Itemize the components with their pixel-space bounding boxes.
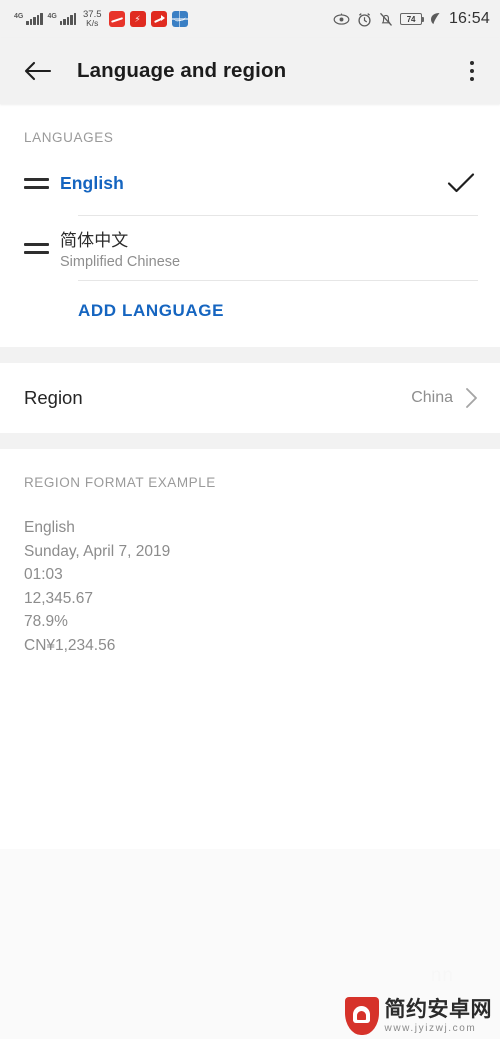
watermark-site-url: www.jyizwj.com <box>384 1022 477 1034</box>
status-bar: 4G 4G 37.5 K/s ⚡ 74 16:54 <box>0 0 500 38</box>
battery-indicator: 74 <box>399 13 425 25</box>
format-example-line: 01:03 <box>24 566 63 583</box>
format-example-line: Sunday, April 7, 2019 <box>24 542 171 560</box>
market-wave-icon <box>171 11 188 27</box>
add-language-button[interactable]: ADD LANGUAGE <box>0 281 500 347</box>
site-watermark: 简约安卓网 www.jyizwj.com <box>344 997 493 1035</box>
region-label: Region <box>24 387 83 408</box>
checkmark-icon <box>442 171 476 195</box>
network-type-label-sim1: 4G <box>14 13 24 20</box>
section-gap <box>0 433 500 449</box>
app-toolbar: Language and region <box>0 38 500 104</box>
region-row[interactable]: Region China <box>0 363 500 433</box>
region-card: Region China <box>0 363 500 433</box>
format-example-line: 78.9% <box>24 613 68 630</box>
format-example-header: REGION FORMAT EXAMPLE <box>24 475 216 490</box>
drag-handle-icon[interactable] <box>24 177 60 189</box>
drag-handle-icon[interactable] <box>24 242 60 254</box>
bell-muted-icon <box>379 12 393 27</box>
language-item-simplified-chinese[interactable]: 简体中文 Simplified Chinese <box>0 216 500 280</box>
trend-arrow-icon <box>150 11 167 27</box>
languages-card: LANGUAGES English 简体中文 Simplified Chines… <box>0 104 500 347</box>
stock-alert-icon: ⚡ <box>129 11 146 27</box>
languages-section-header: LANGUAGES <box>24 130 114 145</box>
watermark-text: 简约安卓网 www.jyizwj.com <box>385 999 493 1034</box>
region-format-example-card: REGION FORMAT EXAMPLE English Sunday, Ap… <box>0 449 500 849</box>
language-name: English <box>60 172 124 193</box>
network-speed-unit: K/s <box>86 18 99 28</box>
page-title: Language and region <box>77 59 287 82</box>
language-item-text: 简体中文 Simplified Chinese <box>60 226 442 270</box>
status-bar-right: 74 16:54 <box>333 10 490 28</box>
section-gap <box>0 347 500 363</box>
language-item-english[interactable]: English <box>0 151 500 215</box>
stock-chart-icon <box>108 11 125 27</box>
region-value: China <box>411 389 453 406</box>
language-subtitle: Simplified Chinese <box>60 254 181 270</box>
format-example-line: CN¥1,234.56 <box>24 636 116 654</box>
more-vertical-icon[interactable] <box>464 55 480 87</box>
status-bar-left: 4G 4G 37.5 K/s ⚡ <box>14 10 188 28</box>
signal-strength-sim1-icon: 4G <box>14 13 43 25</box>
chevron-right-icon <box>465 387 478 409</box>
shield-android-logo-icon <box>344 997 379 1035</box>
watermark-site-name: 简约安卓网 <box>384 997 492 1021</box>
eye-comfort-icon <box>333 13 350 26</box>
phone-screen: 4G 4G 37.5 K/s ⚡ 74 16:54 Language and r… <box>0 0 500 1039</box>
network-speed-indicator: 37.5 K/s <box>83 10 102 28</box>
language-item-text: English <box>60 173 442 194</box>
back-arrow-icon[interactable] <box>24 54 58 88</box>
format-example-line: 12,345.67 <box>24 589 93 607</box>
status-bar-clock: 16:54 <box>448 10 490 27</box>
alarm-clock-icon <box>357 12 372 27</box>
format-example-block: REGION FORMAT EXAMPLE English Sunday, Ap… <box>0 449 500 657</box>
network-type-label-sim2: 4G <box>47 13 57 20</box>
battery-level-label: 74 <box>406 14 416 24</box>
leaf-power-save-icon <box>429 12 441 26</box>
language-name: 简体中文 <box>60 231 129 250</box>
watermark-ghost-mark: nn <box>430 965 454 986</box>
signal-strength-sim2-icon: 4G <box>47 13 76 25</box>
format-example-line: English <box>24 519 75 536</box>
